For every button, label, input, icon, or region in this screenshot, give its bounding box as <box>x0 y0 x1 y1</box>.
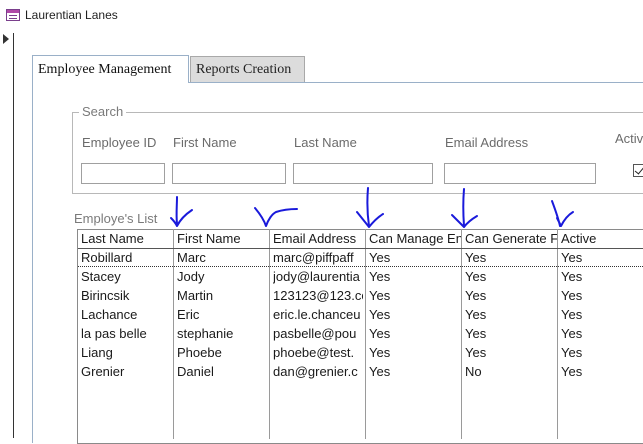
first-name-cell[interactable]: Jody <box>177 267 267 286</box>
last-name-cell[interactable]: Grenier <box>81 362 171 381</box>
can-generate-cell[interactable]: Yes <box>465 343 557 362</box>
column-header-can-manage[interactable]: Can Manage En <box>369 230 461 248</box>
first-name-input[interactable] <box>172 163 286 184</box>
employee-list-label: Employe's List <box>74 211 158 226</box>
email-address-input[interactable] <box>444 163 596 184</box>
column-divider <box>365 229 366 439</box>
title-bar: Laurentian Lanes <box>0 0 643 32</box>
column-header-can-generate[interactable]: Can Generate F <box>465 230 557 248</box>
active-label: Activ <box>615 131 643 146</box>
column-header-email-address[interactable]: Email Address <box>273 230 363 248</box>
email-address-label: Email Address <box>445 135 529 150</box>
email-cell[interactable]: dan@grenier.c <box>273 362 363 381</box>
email-cell[interactable]: marc@piffpaff <box>273 248 363 267</box>
can-generate-cell[interactable]: Yes <box>465 324 557 343</box>
email-cell[interactable]: pasbelle@pou <box>273 324 363 343</box>
window-title: Laurentian Lanes <box>25 8 118 22</box>
record-selector-arrow-icon[interactable] <box>3 34 9 44</box>
first-name-cell[interactable]: Eric <box>177 305 267 324</box>
column-divider <box>173 229 174 439</box>
active-cell[interactable]: Yes <box>561 248 641 267</box>
tab-reports-creation[interactable]: Reports Creation <box>190 56 305 82</box>
last-name-cell[interactable]: Robillard <box>81 248 171 267</box>
active-cell[interactable]: Yes <box>561 324 641 343</box>
email-cell[interactable]: eric.le.chanceu <box>273 305 363 324</box>
first-name-cell[interactable]: Phoebe <box>177 343 267 362</box>
employee-id-label: Employee ID <box>82 135 157 150</box>
first-name-cell[interactable]: Martin <box>177 286 267 305</box>
last-name-cell[interactable]: Lachance <box>81 305 171 324</box>
email-cell[interactable]: phoebe@test. <box>273 343 363 362</box>
last-name-label: Last Name <box>294 135 357 150</box>
column-header-active[interactable]: Active <box>561 230 641 248</box>
active-cell[interactable]: Yes <box>561 286 641 305</box>
can-generate-cell[interactable]: Yes <box>465 305 557 324</box>
column-header-last-name[interactable]: Last Name <box>81 230 171 248</box>
employee-id-input[interactable] <box>81 163 165 184</box>
can-manage-cell[interactable]: Yes <box>369 362 461 381</box>
email-cell[interactable]: 123123@123.co <box>273 286 363 305</box>
column-divider <box>557 229 558 439</box>
can-manage-cell[interactable]: Yes <box>369 305 461 324</box>
last-name-cell[interactable]: Stacey <box>81 267 171 286</box>
can-manage-cell[interactable]: Yes <box>369 248 461 267</box>
first-name-cell[interactable]: Marc <box>177 248 267 267</box>
active-checkbox[interactable] <box>633 164 643 177</box>
search-legend: Search <box>79 104 127 119</box>
active-cell[interactable]: Yes <box>561 305 641 324</box>
email-cell[interactable]: jody@laurentia <box>273 267 363 286</box>
active-cell[interactable]: Yes <box>561 343 641 362</box>
can-generate-cell[interactable]: Yes <box>465 248 557 267</box>
can-manage-cell[interactable]: Yes <box>369 343 461 362</box>
last-name-cell[interactable]: la pas belle <box>81 324 171 343</box>
can-manage-cell[interactable]: Yes <box>369 267 461 286</box>
active-cell[interactable]: Yes <box>561 267 641 286</box>
form-icon <box>6 9 20 21</box>
can-manage-cell[interactable]: Yes <box>369 286 461 305</box>
last-name-input[interactable] <box>293 163 433 184</box>
can-manage-cell[interactable]: Yes <box>369 324 461 343</box>
column-divider <box>461 229 462 439</box>
column-header-first-name[interactable]: First Name <box>177 230 267 248</box>
tab-employee-management[interactable]: Employee Management <box>32 55 189 83</box>
last-name-cell[interactable]: Birincsik <box>81 286 171 305</box>
active-cell[interactable]: Yes <box>561 362 641 381</box>
can-generate-cell[interactable]: Yes <box>465 286 557 305</box>
record-selector-bar <box>13 33 14 438</box>
first-name-cell[interactable]: stephanie <box>177 324 267 343</box>
last-name-cell[interactable]: Liang <box>81 343 171 362</box>
first-name-label: First Name <box>173 135 237 150</box>
can-generate-cell[interactable]: Yes <box>465 267 557 286</box>
first-name-cell[interactable]: Daniel <box>177 362 267 381</box>
can-generate-cell[interactable]: No <box>465 362 557 381</box>
column-divider <box>269 229 270 439</box>
